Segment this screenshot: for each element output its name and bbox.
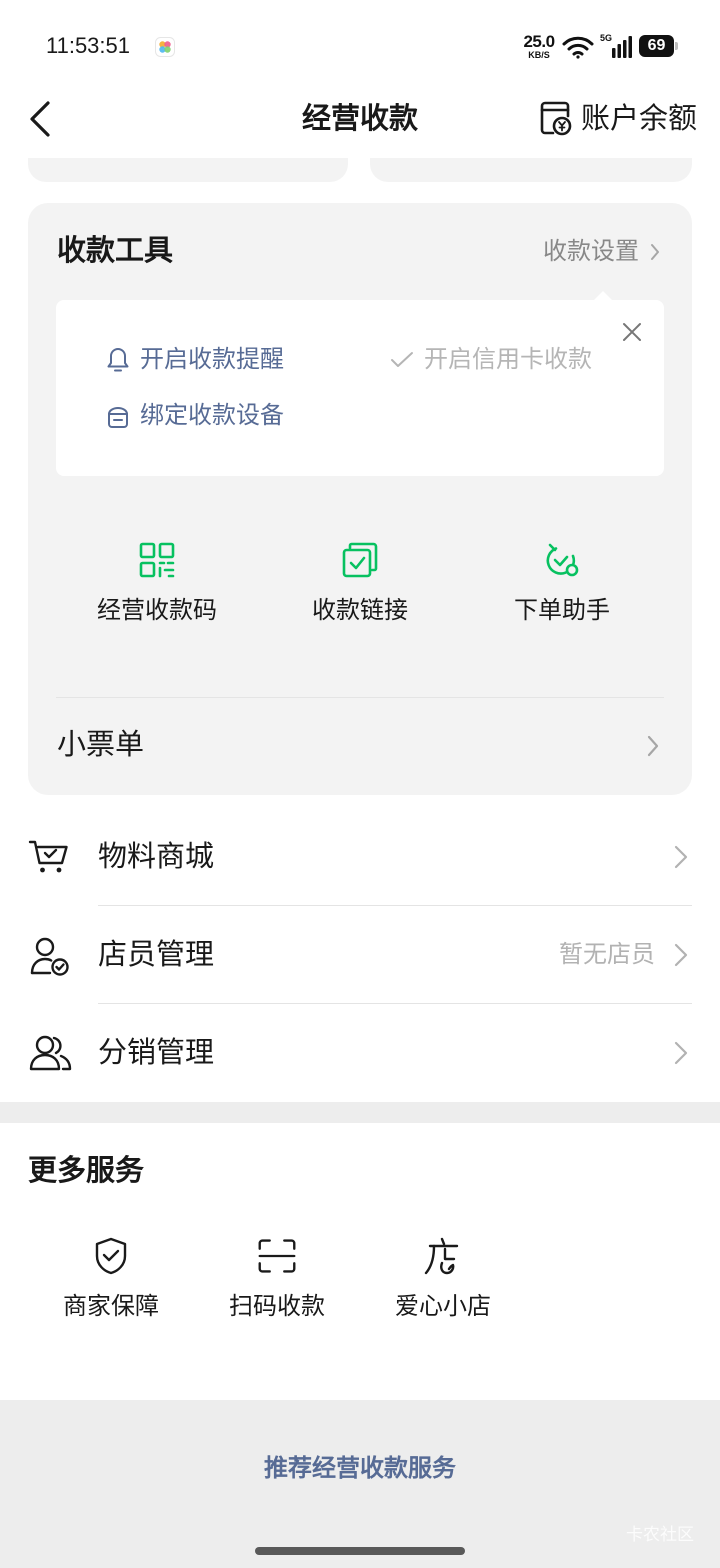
chevron-right-icon <box>674 943 688 967</box>
staff-count-status: 暂无店员 <box>559 941 655 968</box>
top-bar: 11:53:51 25.0 KB/S 5G 69 经营收款 账户余额 <box>0 0 720 158</box>
chevron-right-icon <box>674 845 688 869</box>
check-icon <box>390 348 414 372</box>
service-scan-to-collect[interactable]: 扫码收款 <box>207 1232 347 1328</box>
network-speed-value: 25.0 <box>523 32 555 51</box>
collection-tools-title: 收款工具 <box>57 235 174 267</box>
cart-icon <box>28 837 70 877</box>
watermark: 卡农社区 <box>626 1525 694 1544</box>
collection-settings-label: 收款设置 <box>543 238 639 265</box>
chevron-right-icon <box>647 735 659 757</box>
service-label: 扫码收款 <box>229 1293 325 1320</box>
page-title: 经营收款 <box>301 103 418 135</box>
menu-item-label: 物料商城 <box>98 841 215 873</box>
bind-payment-device-label: 绑定收款设备 <box>140 402 284 429</box>
bind-payment-device[interactable]: 绑定收款设备 <box>104 398 364 434</box>
photos-app-icon <box>155 37 175 57</box>
back-button[interactable] <box>28 100 54 138</box>
battery-nub <box>675 42 678 50</box>
receipt-row[interactable]: 小票单 <box>28 698 692 795</box>
chevron-left-icon <box>30 101 50 137</box>
network-speed: 25.0 KB/S <box>519 32 559 60</box>
home-indicator[interactable] <box>255 1547 465 1555</box>
popup-arrow <box>594 291 612 300</box>
wallet-icon <box>539 99 573 137</box>
section-separator <box>0 1102 720 1123</box>
more-services-title: 更多服务 <box>28 1155 145 1187</box>
menu-item-staff-management[interactable]: 店员管理 暂无店员 <box>0 906 720 1004</box>
payment-link-button[interactable]: 收款链接 <box>270 537 450 633</box>
enable-credit-card-label: 开启信用卡收款 <box>424 346 592 373</box>
enable-credit-card-payment[interactable]: 开启信用卡收款 <box>388 342 664 378</box>
store-icon <box>423 1236 463 1276</box>
recommend-service-link[interactable]: 推荐经营收款服务 <box>160 1449 560 1489</box>
payment-link-icon <box>341 541 379 579</box>
order-assistant-button[interactable]: 下单助手 <box>472 537 652 633</box>
payment-link-label: 收款链接 <box>312 597 408 624</box>
menu-item-materials-mall[interactable]: 物料商城 <box>0 808 720 906</box>
wifi-icon <box>562 35 594 59</box>
status-time: 11:53:51 <box>46 33 131 58</box>
battery-icon: 69 <box>639 35 679 57</box>
bell-icon <box>106 346 130 374</box>
menu-item-distribution-management[interactable]: 分销管理 <box>0 1004 720 1102</box>
collection-settings-link[interactable]: 收款设置 <box>541 233 681 271</box>
service-charity-store[interactable]: 爱心小店 <box>373 1232 513 1328</box>
menu-item-label: 店员管理 <box>98 939 215 971</box>
service-label: 爱心小店 <box>395 1293 491 1320</box>
order-assistant-icon <box>543 541 581 579</box>
business-qr-code-button[interactable]: 经营收款码 <box>67 537 247 633</box>
shield-check-icon <box>91 1236 131 1276</box>
order-assistant-label: 下单助手 <box>514 597 610 624</box>
network-speed-unit: KB/S <box>528 50 550 60</box>
account-balance-label: 账户余额 <box>581 103 698 135</box>
chevron-right-icon <box>650 243 660 261</box>
device-icon <box>106 402 130 430</box>
cellular-signal-icon: 5G <box>600 33 632 59</box>
close-icon[interactable] <box>620 320 644 344</box>
distribution-icon <box>28 1033 72 1073</box>
business-qr-code-label: 经营收款码 <box>97 597 217 624</box>
setup-tips-popup: 开启收款提醒 开启信用卡收款 绑定收款设备 <box>56 291 664 476</box>
enable-payment-alert-label: 开启收款提醒 <box>140 346 284 373</box>
scan-icon <box>257 1236 297 1276</box>
collection-tools-card: 收款工具 收款设置 开启收款提醒 开启信用卡收款 绑定收款设备 经营收款码 收款… <box>28 203 692 795</box>
service-merchant-protection[interactable]: 商家保障 <box>41 1232 181 1328</box>
menu-item-label: 分销管理 <box>98 1037 215 1069</box>
enable-payment-alert[interactable]: 开启收款提醒 <box>104 342 364 378</box>
account-balance-button[interactable]: 账户余额 <box>538 98 702 140</box>
battery-level: 69 <box>639 35 674 57</box>
chevron-right-icon <box>674 1041 688 1065</box>
qr-code-icon <box>138 541 176 579</box>
service-label: 商家保障 <box>63 1293 159 1320</box>
staff-icon <box>28 935 70 977</box>
receipt-label: 小票单 <box>57 729 145 761</box>
